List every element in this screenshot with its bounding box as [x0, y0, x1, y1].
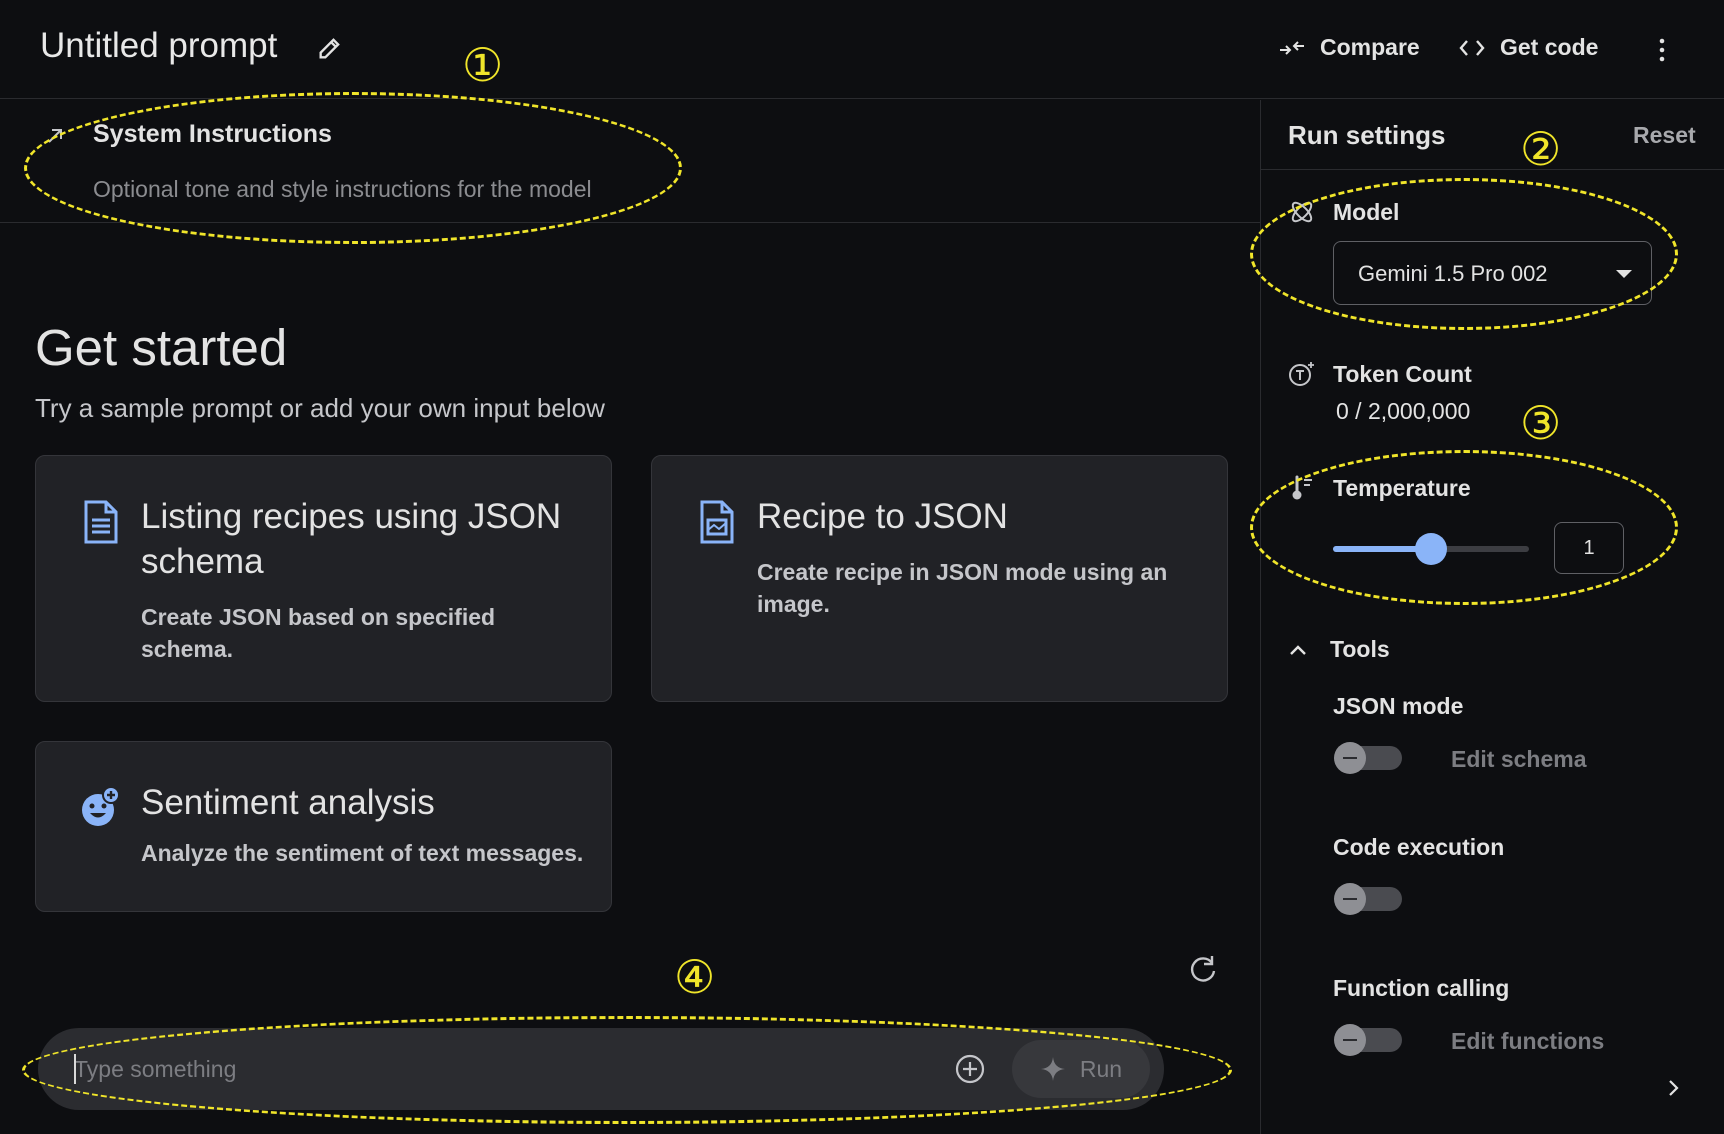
card-description: Create JSON based on specified schema. [141, 604, 496, 662]
token-count-value: 0 / 2,000,000 [1336, 398, 1471, 424]
token-count-icon [1289, 362, 1314, 386]
sample-card-recipe-to-json[interactable]: Recipe to JSON Create recipe in JSON mod… [651, 455, 1228, 702]
tools-section-toggle[interactable]: Tools [1288, 636, 1390, 663]
get-started-heading: Get started [35, 319, 288, 376]
annotation-number-2: ② [1520, 122, 1562, 176]
code-execution-label: Code execution [1333, 834, 1505, 860]
run-settings-header: Run settings Reset [1261, 100, 1724, 170]
sample-card-sentiment-analysis[interactable]: Sentiment analysis Analyze the sentiment… [35, 741, 612, 912]
toggle-knob [1334, 883, 1366, 915]
sample-card-listing-recipes[interactable]: Listing recipes using JSON schema Create… [35, 455, 612, 702]
card-description: Analyze the sentiment of text messages. [141, 840, 584, 866]
toggle-knob [1334, 742, 1366, 774]
code-execution-toggle[interactable] [1334, 883, 1402, 915]
document-icon [84, 500, 118, 544]
card-title: Listing recipes using JSON schema [141, 497, 562, 581]
code-icon [1459, 39, 1485, 56]
function-calling-toggle[interactable] [1334, 1024, 1402, 1056]
pencil-icon[interactable] [316, 34, 344, 62]
refresh-icon[interactable] [1188, 954, 1218, 984]
get-code-label: Get code [1500, 34, 1599, 60]
compare-button[interactable]: Compare [1278, 34, 1420, 61]
top-bar: Untitled prompt Compare Get code [0, 0, 1724, 99]
edit-schema-link[interactable]: Edit schema [1451, 746, 1587, 773]
chevron-up-icon [1290, 644, 1306, 655]
json-mode-toggle[interactable] [1334, 742, 1402, 774]
edit-functions-link[interactable]: Edit functions [1451, 1028, 1604, 1055]
tools-label: Tools [1330, 636, 1390, 662]
prompt-title[interactable]: Untitled prompt [40, 26, 277, 66]
get-code-button[interactable]: Get code [1458, 34, 1598, 61]
json-mode-label: JSON mode [1333, 693, 1464, 719]
token-count-label: Token Count [1333, 361, 1472, 387]
compare-icon [1280, 40, 1304, 55]
annotation-number-1: ① [462, 38, 504, 92]
annotation-ellipse-1 [24, 92, 682, 244]
emoji-add-icon [82, 786, 120, 826]
document-image-icon [700, 500, 734, 544]
annotation-ellipse-3 [1250, 450, 1678, 605]
chevron-right-icon[interactable] [1663, 1078, 1683, 1098]
function-calling-label: Function calling [1333, 975, 1510, 1001]
run-settings-title: Run settings [1288, 120, 1446, 150]
compare-label: Compare [1320, 34, 1420, 60]
get-started-subheading: Try a sample prompt or add your own inpu… [35, 393, 605, 423]
more-options-icon[interactable] [1650, 36, 1674, 64]
annotation-ellipse-4 [22, 1016, 1232, 1124]
reset-button[interactable]: Reset [1633, 122, 1696, 149]
card-title: Sentiment analysis [141, 783, 435, 822]
prompt-panel: System Instructions Optional tone and st… [0, 100, 1260, 1134]
annotation-ellipse-2 [1250, 178, 1678, 330]
card-title: Recipe to JSON [757, 497, 1008, 536]
annotation-number-3: ③ [1520, 396, 1562, 450]
toggle-knob [1334, 1024, 1366, 1056]
annotation-number-4: ④ [674, 950, 716, 1004]
card-description: Create recipe in JSON mode using an imag… [757, 559, 1168, 617]
